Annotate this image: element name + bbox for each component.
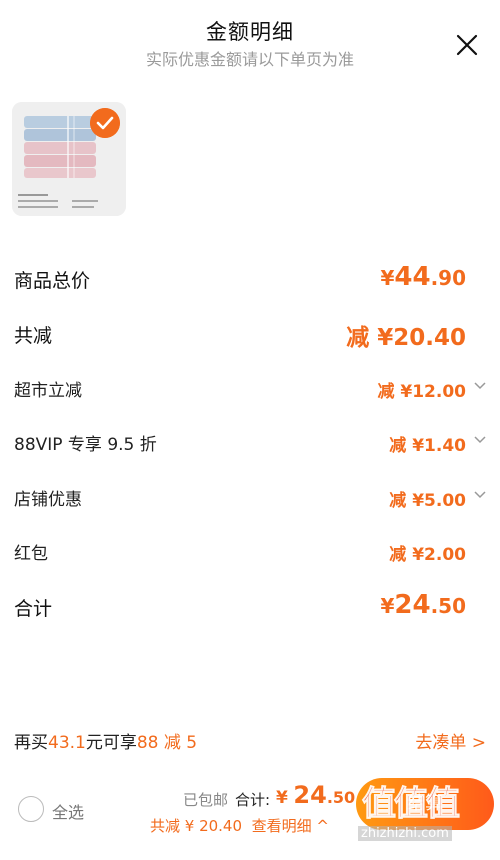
goods-total-value: ¥44.90: [380, 262, 466, 292]
goods-total-row: 商品总价 ¥44.90: [0, 262, 500, 302]
checkout-footer: 全选 已包邮 合计: ¥ 24.50 共减 ¥ 20.40 查看明细 ^ 结算 …: [0, 770, 500, 860]
promo-bar: 再买43.1元可享88 减 5 去凑单 >: [0, 722, 500, 758]
total-discount-row: 共减 减 ¥20.40: [0, 317, 500, 357]
total-discount-label: 共减: [14, 325, 53, 347]
store-discount-label: 店铺优惠: [14, 490, 82, 510]
modal-title: 金额明细: [206, 20, 294, 44]
chevron-down-icon[interactable]: [472, 378, 488, 394]
footer-discount-line: 共减 ¥ 20.40 查看明细 ^: [150, 817, 329, 835]
subtotal-label: 合计: [14, 598, 53, 620]
store-discount-row[interactable]: 店铺优惠 减 ¥5.00: [0, 481, 500, 521]
supermarket-discount-row[interactable]: 超市立减 减 ¥12.00: [0, 372, 500, 412]
footer-total-label: 合计:: [235, 791, 271, 809]
red-packet-row: 红包 减 ¥2.00: [0, 535, 500, 575]
check-icon[interactable]: [90, 108, 120, 138]
red-packet-value: 减 ¥2.00: [389, 545, 466, 565]
add-items-link[interactable]: 去凑单 >: [415, 728, 486, 753]
promo-text: 再买43.1元可享88 减 5: [14, 733, 198, 753]
vip-discount-value: 减 ¥1.40: [389, 436, 466, 456]
close-icon[interactable]: [452, 30, 482, 60]
chevron-down-icon[interactable]: [472, 432, 488, 448]
free-shipping-label: 已包邮: [183, 791, 229, 809]
red-packet-label: 红包: [14, 544, 48, 564]
supermarket-discount-label: 超市立减: [14, 381, 82, 401]
goods-total-label: 商品总价: [14, 270, 91, 292]
vip-discount-label: 88VIP 专享 9.5 折: [14, 435, 157, 455]
checkout-button[interactable]: 结算: [356, 778, 494, 830]
total-discount-value: 减 ¥20.40: [346, 325, 466, 351]
view-detail-link[interactable]: 查看明细 ^: [252, 817, 329, 835]
chevron-down-icon[interactable]: [472, 487, 488, 503]
modal-header: 金额明细 实际优惠金额请以下单页为准: [0, 0, 500, 80]
subtotal-value: ¥24.50: [380, 590, 466, 620]
supermarket-discount-value: 减 ¥12.00: [377, 382, 466, 402]
store-discount-value: 减 ¥5.00: [389, 491, 466, 511]
modal-subtitle: 实际优惠金额请以下单页为准: [145, 50, 354, 69]
select-all-label[interactable]: 全选: [52, 799, 84, 823]
subtotal-row: 合计 ¥24.50: [0, 590, 500, 630]
footer-total-amount: ¥ 24.50: [276, 781, 356, 809]
vip-discount-row[interactable]: 88VIP 专享 9.5 折 减 ¥1.40: [0, 426, 500, 466]
select-all-checkbox[interactable]: [18, 796, 44, 822]
